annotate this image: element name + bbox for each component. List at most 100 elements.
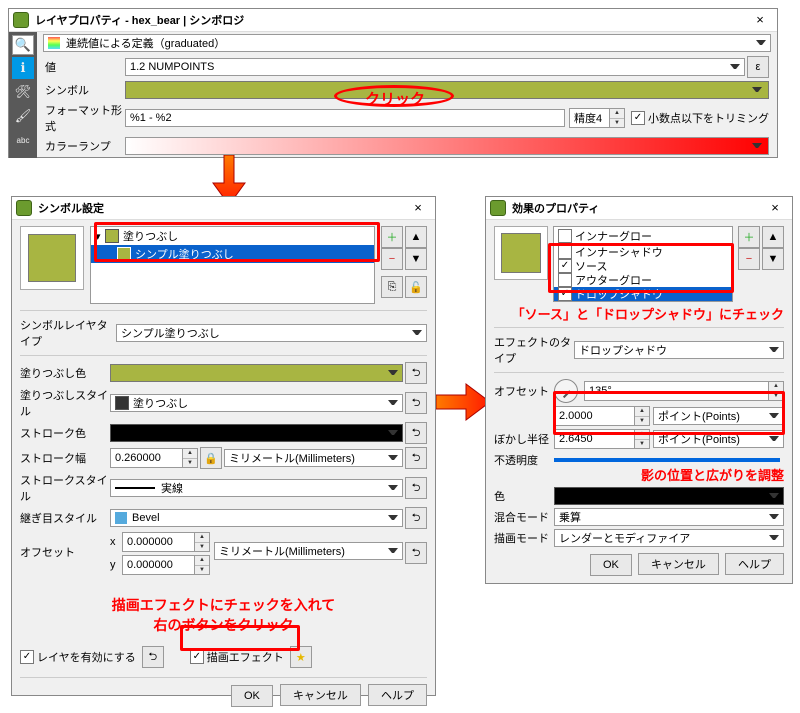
up-button[interactable]: ▲ <box>405 226 427 248</box>
add-effect-button[interactable]: ＋ <box>738 226 760 248</box>
value-select[interactable]: 1.2 NUMPOINTS <box>125 58 745 76</box>
window-title: シンボル設定 <box>38 200 405 216</box>
tree-label: シンプル塗りつぶし <box>135 246 234 262</box>
tree-item-fill[interactable]: ▾ 塗りつぶし <box>91 227 374 245</box>
effect-list[interactable]: インナーグロー インナーシャドウ ソース アウターグロー ドロップシャドウ <box>553 226 733 302</box>
unit-text: ポイント(Points) <box>658 431 740 447</box>
blur-spinner[interactable]: 2.6450▲▼ <box>554 429 650 449</box>
strokewidth-spinner[interactable]: 0.260000▲▼ <box>110 448 198 468</box>
effect-checkbox[interactable] <box>558 273 572 287</box>
effect-item[interactable]: インナーグロー <box>554 227 732 245</box>
close-icon[interactable]: × <box>405 201 431 215</box>
chevron-down-icon <box>752 141 762 151</box>
layertype-select[interactable]: シンプル塗りつぶし <box>116 324 427 342</box>
category-sidebar: 🔍 ℹ 🛠 🖌 abc <box>9 32 37 158</box>
data-defined-button[interactable]: ⮌ <box>405 422 427 444</box>
up-button[interactable]: ▲ <box>762 226 784 248</box>
close-icon[interactable]: × <box>762 201 788 215</box>
data-defined-button[interactable]: ⮌ <box>142 646 164 668</box>
cancel-button[interactable]: キャンセル <box>638 553 719 575</box>
blend-select[interactable]: 乗算 <box>554 508 784 526</box>
tree-item-simplefill[interactable]: シンプル塗りつぶし <box>91 245 374 263</box>
help-button[interactable]: ヘルプ <box>725 553 784 575</box>
effecttype-select[interactable]: ドロップシャドウ <box>574 341 784 359</box>
expression-button[interactable]: ε <box>747 56 769 78</box>
down-button[interactable]: ▼ <box>405 248 427 270</box>
y-label: y <box>110 559 122 571</box>
strokecolor-button[interactable] <box>110 424 403 442</box>
trim-checkbox[interactable] <box>631 111 645 125</box>
offset-x-spinner[interactable]: 0.000000▲▼ <box>122 532 210 552</box>
symbol-label: シンボル <box>45 82 125 98</box>
close-icon[interactable]: × <box>747 13 773 27</box>
search-icon[interactable]: 🔍 <box>12 35 34 55</box>
strokestyle-select[interactable]: 実線 <box>110 479 403 497</box>
duplicate-button[interactable]: ⎘ <box>381 276 403 298</box>
help-button[interactable]: ヘルプ <box>368 684 427 706</box>
joinstyle-select[interactable]: Bevel <box>110 509 403 527</box>
joinstyle-label: 継ぎ目スタイル <box>20 510 110 526</box>
data-defined-button[interactable]: ⮌ <box>405 542 427 564</box>
precision-spinner[interactable]: 精度4 ▲▼ <box>569 108 625 128</box>
effect-item[interactable]: ソース <box>554 259 732 273</box>
drawmode-select[interactable]: レンダーとモディファイア <box>554 529 784 547</box>
chevron-down-icon <box>388 513 398 523</box>
opacity-slider[interactable] <box>554 458 780 462</box>
offset-y-spinner[interactable]: 0.000000▲▼ <box>122 555 210 575</box>
fillcolor-button[interactable] <box>110 364 403 382</box>
enable-layer-checkbox[interactable] <box>20 650 34 664</box>
shadow-color-button[interactable] <box>554 487 784 505</box>
data-defined-button[interactable]: ⮌ <box>405 477 427 499</box>
effect-checkbox[interactable] <box>558 245 572 259</box>
remove-effect-button[interactable]: − <box>738 248 760 270</box>
strokewidth-unit[interactable]: ミリメートル(Millimeters) <box>224 449 403 467</box>
data-defined-button[interactable]: ⮌ <box>405 392 427 414</box>
renderer-select[interactable]: 連続値による定義（graduated） <box>43 34 771 52</box>
effect-checkbox[interactable] <box>558 229 572 243</box>
draw-effect-label: 描画エフェクト <box>207 649 284 665</box>
color-ramp-select[interactable] <box>125 137 769 155</box>
effect-checkbox[interactable] <box>558 259 572 273</box>
trim-label: 小数点以下をトリミング <box>648 110 769 126</box>
draw-effect-star-button[interactable]: ★ <box>290 646 312 668</box>
tools-icon[interactable]: 🛠 <box>12 81 34 103</box>
add-layer-button[interactable]: ＋ <box>381 226 403 248</box>
offset-unit[interactable]: ポイント(Points) <box>653 407 784 425</box>
symbol-layer-tree[interactable]: ▾ 塗りつぶし シンプル塗りつぶし <box>90 226 375 304</box>
remove-layer-button[interactable]: − <box>381 248 403 270</box>
down-button[interactable]: ▼ <box>762 248 784 270</box>
brush-icon[interactable]: 🖌 <box>12 105 34 127</box>
titlebar: 効果のプロパティ × <box>486 197 792 220</box>
abc-icon[interactable]: abc <box>12 129 34 151</box>
offset-dial[interactable] <box>554 379 578 403</box>
draw-effect-checkbox[interactable] <box>190 650 204 664</box>
effect-item[interactable]: ドロップシャドウ <box>554 287 732 301</box>
format-input[interactable]: %1 - %2 <box>125 109 565 127</box>
blur-unit[interactable]: ポイント(Points) <box>653 430 784 448</box>
effect-item[interactable]: インナーシャドウ <box>554 245 732 259</box>
blend-label: 混合モード <box>494 509 554 525</box>
cancel-button[interactable]: キャンセル <box>280 684 361 706</box>
layertype-label: シンボルレイヤタイプ <box>20 317 116 349</box>
ok-button[interactable]: OK <box>231 685 273 707</box>
chevron-down-icon <box>756 38 766 48</box>
fillstyle-select[interactable]: 塗りつぶし <box>110 394 403 412</box>
offset-dist-spinner[interactable]: 2.0000▲▼ <box>554 406 650 426</box>
window-title: レイヤプロパティ - hex_bear | シンボロジ <box>35 12 747 28</box>
info-icon[interactable]: ℹ <box>12 57 34 79</box>
symbol-preview-button[interactable] <box>125 81 769 99</box>
chevron-down-icon <box>769 434 779 444</box>
fillcolor-label: 塗りつぶし色 <box>20 365 110 381</box>
lock-icon[interactable]: 🔒 <box>200 447 222 469</box>
lock-button[interactable]: 🔓 <box>405 276 427 298</box>
offset-angle-spinner[interactable]: 135°▲▼ <box>584 381 784 401</box>
data-defined-button[interactable]: ⮌ <box>405 507 427 529</box>
collapse-icon[interactable]: ▾ <box>95 230 105 243</box>
effect-checkbox[interactable] <box>558 287 572 301</box>
effect-item[interactable]: アウターグロー <box>554 273 732 287</box>
ok-button[interactable]: OK <box>590 554 632 576</box>
ramp-label: カラーランプ <box>45 138 125 154</box>
offset-unit[interactable]: ミリメートル(Millimeters) <box>214 542 403 560</box>
data-defined-button[interactable]: ⮌ <box>405 447 427 469</box>
data-defined-button[interactable]: ⮌ <box>405 362 427 384</box>
